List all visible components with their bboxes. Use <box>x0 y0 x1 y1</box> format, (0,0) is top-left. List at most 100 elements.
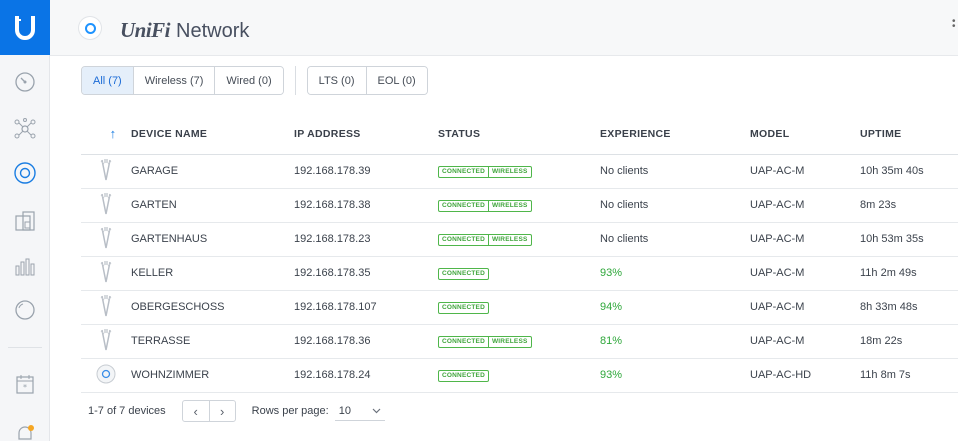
insights-icon[interactable] <box>9 294 41 326</box>
table-row[interactable]: GARTENHAUS 192.168.178.23 CONNECTED WIRELES… <box>81 222 958 257</box>
experience: 93% <box>600 358 750 393</box>
status-badge: CONNECTED <box>438 267 489 280</box>
status-cell: CONNECTED <box>438 256 600 291</box>
status-badge: CONNECTED WIRELESS <box>438 199 532 212</box>
statistics-icon[interactable] <box>9 250 41 282</box>
ap-ac-m-icon <box>99 294 113 321</box>
status-connected: CONNECTED <box>442 270 485 278</box>
column-uptime[interactable]: UPTIME <box>860 114 958 155</box>
table-row[interactable]: GARTEN 192.168.178.38 CONNECTED WIRELESS No … <box>81 188 958 223</box>
filter-group-type: All (7) Wireless (7) Wired (0) <box>81 66 284 95</box>
device-icon-cell <box>81 358 131 393</box>
status-badge: CONNECTED <box>438 301 489 314</box>
status-cell: CONNECTED WIRELESS <box>438 154 600 189</box>
device-name[interactable]: GARAGE <box>131 154 294 189</box>
column-model[interactable]: MODEL <box>750 114 860 155</box>
devices-icon[interactable] <box>9 157 41 189</box>
alerts-bell-icon[interactable] <box>9 418 41 441</box>
status-cell: CONNECTED <box>438 358 600 393</box>
uptime: 11h 2m 49s <box>860 256 958 291</box>
ap-ac-hd-icon <box>95 364 117 388</box>
status-connected: CONNECTED <box>442 338 485 346</box>
device-name[interactable]: OBERGESCHOSS <box>131 290 294 325</box>
column-ip-address[interactable]: IP ADDRESS <box>294 114 438 155</box>
uptime: 10h 53m 35s <box>860 222 958 257</box>
uptime: 11h 8m 7s <box>860 358 958 393</box>
pagination-range: 1-7 of 7 devices <box>88 405 166 417</box>
device-name[interactable]: GARTEN <box>131 188 294 223</box>
model: UAP-AC-M <box>750 154 860 189</box>
prev-page-button[interactable]: ‹ <box>183 401 209 421</box>
uptime: 8m 23s <box>860 188 958 223</box>
device-icon-cell <box>81 256 131 291</box>
ap-ac-m-icon <box>99 328 113 355</box>
experience: 81% <box>600 324 750 359</box>
table-row[interactable]: GARAGE 192.168.178.39 CONNECTED WIRELESS No … <box>81 154 958 189</box>
ip-address: 192.168.178.23 <box>294 222 438 257</box>
sort-column-header[interactable]: ↑ <box>81 114 131 155</box>
ip-address: 192.168.178.24 <box>294 358 438 393</box>
model: UAP-AC-M <box>750 188 860 223</box>
ip-address: 192.168.178.35 <box>294 256 438 291</box>
device-filters: All (7) Wireless (7) Wired (0) LTS (0) E… <box>81 66 428 95</box>
dashboard-icon[interactable] <box>9 66 41 98</box>
column-status[interactable]: STATUS <box>438 114 600 155</box>
status-cell: CONNECTED WIRELESS <box>438 188 600 223</box>
filter-eol[interactable]: EOL (0) <box>366 67 427 94</box>
rows-per-page-value: 10 <box>338 404 351 417</box>
column-device-name[interactable]: DEVICE NAME <box>131 114 294 155</box>
rows-per-page-label: Rows per page: <box>251 405 329 417</box>
experience: No clients <box>600 154 750 189</box>
ip-address: 192.168.178.36 <box>294 324 438 359</box>
table-footer: 1-7 of 7 devices ‹ › Rows per page: 10 <box>88 399 385 423</box>
device-icon-cell <box>81 324 131 359</box>
svg-text:*: * <box>23 383 27 392</box>
status-badge: CONNECTED WIRELESS <box>438 233 532 246</box>
device-icon-cell <box>81 154 131 189</box>
status-wireless: WIRELESS <box>487 234 531 245</box>
chevron-down-icon <box>372 408 381 413</box>
rows-per-page-select[interactable]: 10 <box>334 401 385 421</box>
unifi-app-icon[interactable] <box>79 17 101 39</box>
device-icon-cell <box>81 222 131 257</box>
model: UAP-AC-HD <box>750 358 860 393</box>
next-page-button[interactable]: › <box>208 401 235 421</box>
device-name[interactable]: GARTENHAUS <box>131 222 294 257</box>
model: UAP-AC-M <box>750 324 860 359</box>
experience: No clients <box>600 188 750 223</box>
ap-ac-m-icon <box>99 192 113 219</box>
experience: 94% <box>600 290 750 325</box>
events-calendar-icon[interactable]: * <box>9 368 41 400</box>
filter-lts[interactable]: LTS (0) <box>307 67 367 94</box>
table-row[interactable]: TERRASSE 192.168.178.36 CONNECTED WIRELESS 8… <box>81 324 958 359</box>
column-experience[interactable]: EXPERIENCE <box>600 114 750 155</box>
ap-ac-m-icon <box>99 260 113 287</box>
table-row[interactable]: KELLER 192.168.178.35 CONNECTED 93% UAP-AC-M… <box>81 256 958 291</box>
device-name[interactable]: TERRASSE <box>131 324 294 359</box>
filter-wireless[interactable]: Wireless (7) <box>133 67 216 94</box>
device-name[interactable]: WOHNZIMMER <box>131 358 294 393</box>
uptime: 18m 22s <box>860 324 958 359</box>
more-menu-icon[interactable]: • • <box>952 17 956 32</box>
topology-icon[interactable] <box>9 113 41 145</box>
status-badge: CONNECTED <box>438 369 489 382</box>
sidebar: * <box>0 0 50 441</box>
device-icon-cell <box>81 188 131 223</box>
experience: 93% <box>600 256 750 291</box>
model: UAP-AC-M <box>750 256 860 291</box>
filter-all[interactable]: All (7) <box>82 67 134 94</box>
sort-up-icon[interactable]: ↑ <box>96 126 117 141</box>
table-row[interactable]: OBERGESCHOSS 192.168.178.107 CONNECTED 94% U… <box>81 290 958 325</box>
status-cell: CONNECTED WIRELESS <box>438 222 600 257</box>
status-connected: CONNECTED <box>442 236 485 244</box>
clients-icon[interactable] <box>9 205 41 237</box>
filter-group-support: LTS (0) EOL (0) <box>306 66 428 95</box>
table-row[interactable]: WOHNZIMMER 192.168.178.24 CONNECTED 93% UAP-… <box>81 358 958 393</box>
status-connected: CONNECTED <box>442 202 485 210</box>
device-name[interactable]: KELLER <box>131 256 294 291</box>
app-title: UniFi Network <box>120 18 249 43</box>
status-cell: CONNECTED WIRELESS <box>438 324 600 359</box>
ubiquiti-u-icon <box>15 15 35 40</box>
ubiquiti-logo[interactable] <box>0 0 50 55</box>
filter-wired[interactable]: Wired (0) <box>215 67 283 94</box>
